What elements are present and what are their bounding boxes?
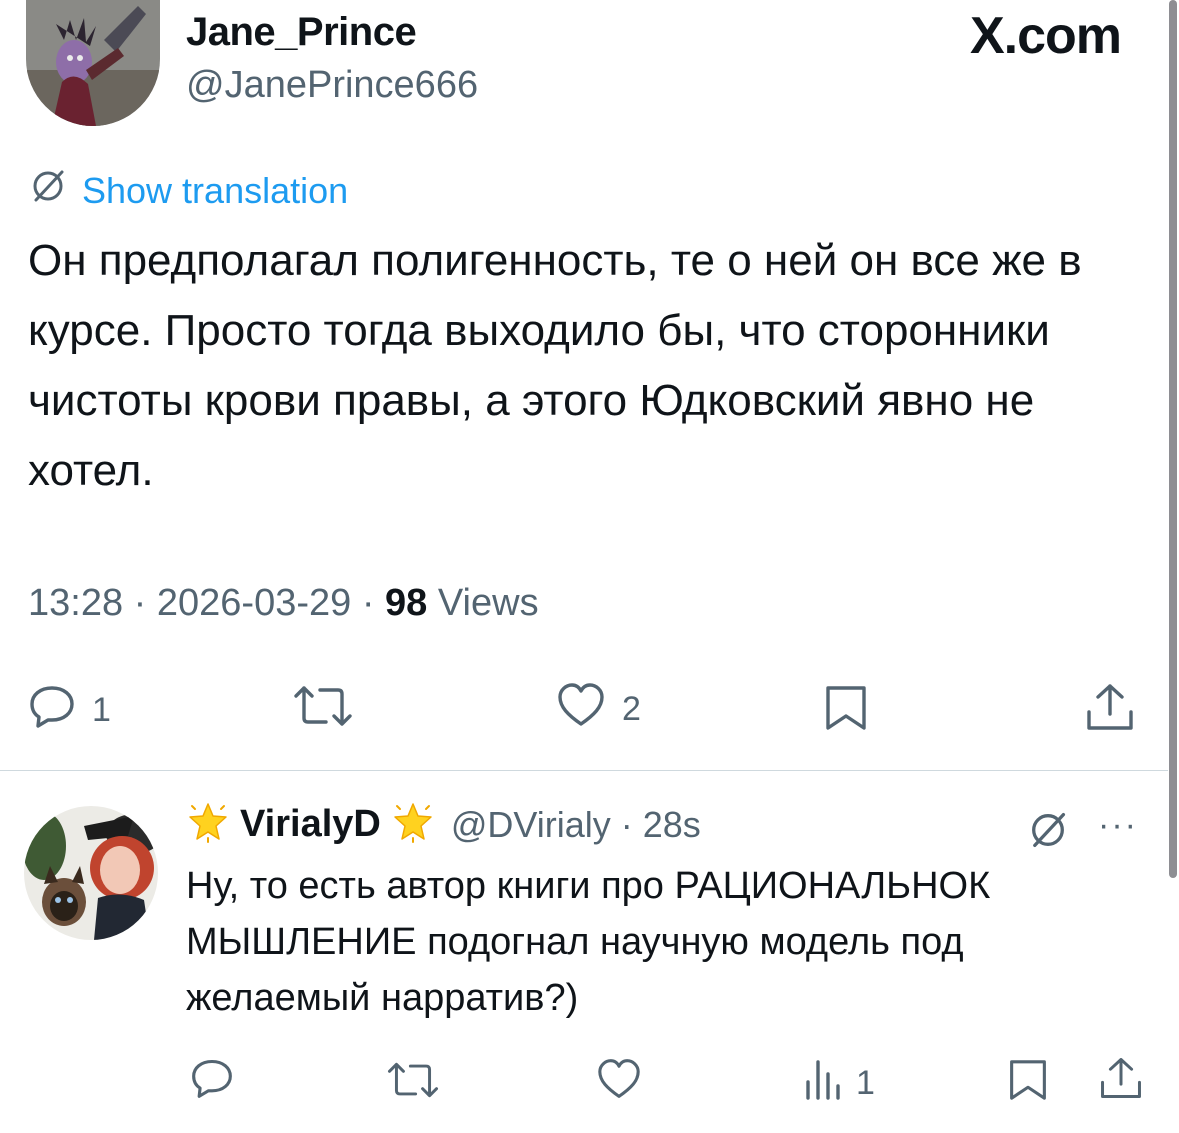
- reply-reply-button[interactable]: [190, 1056, 234, 1109]
- translate-icon: [28, 166, 68, 215]
- tweet-text: Он предполагал полигенность, те о ней он…: [28, 236, 1082, 495]
- views-icon: [802, 1058, 842, 1109]
- tweet-date[interactable]: 2026-03-29: [157, 582, 351, 624]
- heart-icon: [556, 682, 606, 737]
- views-label: Views: [437, 582, 539, 624]
- bookmark-icon: [1008, 1058, 1048, 1111]
- views-count: 98: [385, 582, 428, 624]
- author-handle[interactable]: @JanePrince666: [186, 64, 478, 107]
- reply-views-button[interactable]: 1: [802, 1058, 875, 1109]
- star-emoji-icon: [186, 800, 230, 849]
- scrollbar[interactable]: [1169, 0, 1177, 878]
- author-avatar[interactable]: [26, 0, 160, 126]
- bookmark-button[interactable]: [824, 684, 868, 741]
- meta-separator: ·: [133, 582, 147, 624]
- author-name[interactable]: Jane_Prince: [186, 10, 417, 55]
- reply-header: VirialyD @DVirialy · 28s: [186, 800, 701, 849]
- reply-author-handle[interactable]: @DVirialy: [451, 804, 611, 846]
- share-button[interactable]: [1084, 682, 1136, 741]
- star-emoji-icon: [391, 800, 435, 849]
- bookmark-icon: [824, 684, 868, 741]
- show-translation-link[interactable]: Show translation: [28, 166, 348, 215]
- meta-separator: ·: [361, 582, 375, 624]
- reply-author-avatar[interactable]: [24, 806, 158, 940]
- share-icon: [1098, 1056, 1144, 1109]
- grok-icon: [1026, 812, 1070, 856]
- reply-icon: [190, 1056, 234, 1109]
- reply-age[interactable]: 28s: [643, 804, 701, 846]
- reply-count: 1: [92, 691, 111, 729]
- heart-icon: [596, 1058, 642, 1109]
- reply-like-button[interactable]: [596, 1058, 642, 1109]
- reply-text: Ну, то есть автор книги про РАЦИОНАЛЬНОК…: [186, 865, 991, 1019]
- reply-separator: ·: [620, 803, 633, 845]
- tweet-time[interactable]: 13:28: [28, 582, 123, 624]
- retweet-icon: [386, 1060, 440, 1109]
- tweet-meta: 13:28 · 2026-03-29 · 98 Views: [28, 582, 539, 625]
- divider: [0, 770, 1168, 771]
- reply-views-count: 1: [856, 1064, 875, 1102]
- reply-share-button[interactable]: [1098, 1056, 1144, 1109]
- site-label: X.com: [969, 7, 1122, 65]
- share-icon: [1084, 682, 1136, 741]
- more-icon[interactable]: ···: [1098, 806, 1138, 845]
- reply-button[interactable]: 1: [28, 682, 111, 739]
- retweet-button[interactable]: [292, 684, 354, 737]
- reply-icon: [28, 682, 76, 739]
- reply-author-name[interactable]: VirialyD: [240, 803, 381, 846]
- grok-button[interactable]: [1026, 808, 1070, 857]
- like-button[interactable]: 2: [556, 682, 641, 737]
- reply-retweet-button[interactable]: [386, 1060, 440, 1109]
- show-translation-label: Show translation: [82, 169, 349, 211]
- reply-bookmark-button[interactable]: [1008, 1058, 1048, 1111]
- retweet-icon: [292, 684, 354, 737]
- like-count: 2: [622, 690, 641, 728]
